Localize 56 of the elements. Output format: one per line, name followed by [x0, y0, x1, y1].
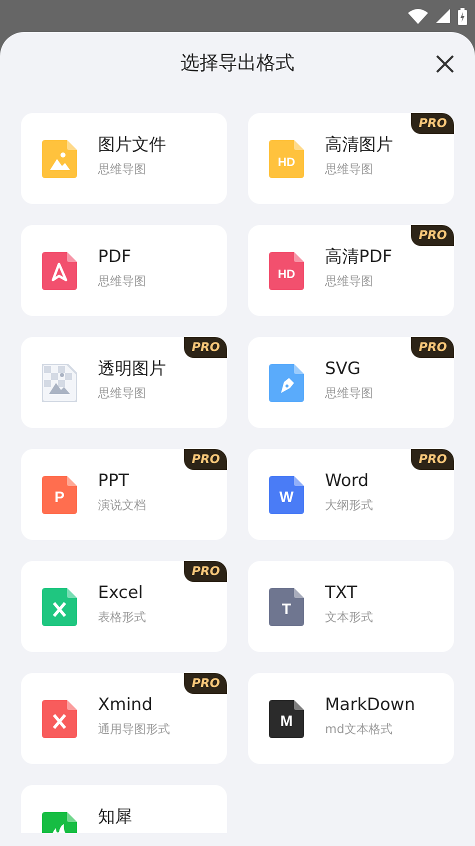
format-subtitle: 通用导图形式 [98, 721, 170, 738]
format-card[interactable]: P PPT 演说文档 PRO [21, 449, 227, 540]
format-subtitle: 大纲形式 [325, 497, 373, 514]
format-subtitle: 文本形式 [325, 609, 373, 626]
format-card[interactable]: Xmind 通用导图形式 PRO [21, 673, 227, 764]
format-subtitle: 思维导图 [98, 385, 147, 402]
format-card[interactable]: SVG 思维导图 PRO [248, 337, 454, 428]
pro-badge: PRO [184, 449, 227, 470]
letter-file-icon: HD [269, 140, 304, 178]
format-subtitle: 表格形式 [98, 609, 146, 626]
letter-file-icon: W [269, 476, 304, 514]
format-subtitle: 演说文档 [98, 497, 146, 514]
format-title: PPT [98, 471, 130, 492]
pro-badge: PRO [184, 561, 227, 582]
format-title: TXT [325, 583, 358, 604]
pro-badge: PRO [410, 337, 454, 358]
format-title: MarkDown [325, 695, 416, 716]
pro-badge: PRO [410, 225, 454, 246]
format-title: PDF [98, 247, 132, 268]
pro-badge: PRO [184, 673, 227, 694]
letter-file-icon: T [269, 588, 304, 626]
format-subtitle: 思维导图 [325, 385, 373, 402]
format-title: 透明图片 [98, 359, 166, 380]
format-title: 知犀 [98, 807, 132, 828]
format-card[interactable]: M MarkDown md文本格式 [248, 673, 454, 764]
wifi-icon [408, 8, 428, 24]
pro-badge: PRO [410, 113, 454, 134]
format-card[interactable]: PDF 思维导图 [21, 225, 227, 316]
pro-badge: PRO [410, 449, 454, 470]
format-subtitle: 思维导图 [325, 161, 374, 178]
format-card[interactable]: 透明图片 思维导图 PRO [21, 337, 227, 428]
format-card[interactable]: HD 高清图片 思维导图 PRO [248, 113, 454, 204]
pro-badge: PRO [184, 337, 227, 358]
format-title: SVG [325, 359, 362, 380]
format-card[interactable]: T TXT 文本形式 [248, 561, 454, 652]
letter-file-icon: M [269, 700, 304, 738]
format-title: 图片文件 [98, 135, 166, 156]
format-title: Xmind [98, 695, 154, 716]
letter-file-icon: P [42, 476, 77, 514]
format-title: Word [325, 471, 370, 492]
format-subtitle: md文本格式 [325, 721, 394, 738]
format-subtitle: 思维导图 [98, 161, 147, 178]
format-subtitle: 思维导图 [325, 273, 374, 290]
format-title: 高清图片 [325, 135, 393, 156]
letter-file-icon: HD [269, 252, 304, 290]
format-card[interactable]: W Word 大纲形式 PRO [248, 449, 454, 540]
signal-icon [436, 9, 450, 23]
format-card[interactable]: Excel 表格形式 PRO [21, 561, 227, 652]
battery-icon [458, 8, 467, 24]
dialog-title: 选择导出格式 [180, 50, 294, 76]
format-card[interactable]: 图片文件 思维导图 [21, 113, 227, 204]
format-title: 高清PDF [325, 247, 392, 268]
format-card[interactable]: 知犀 [21, 785, 227, 833]
format-subtitle: 思维导图 [98, 273, 146, 290]
format-card[interactable]: HD 高清PDF 思维导图 PRO [248, 225, 454, 316]
format-title: Excel [98, 583, 144, 604]
